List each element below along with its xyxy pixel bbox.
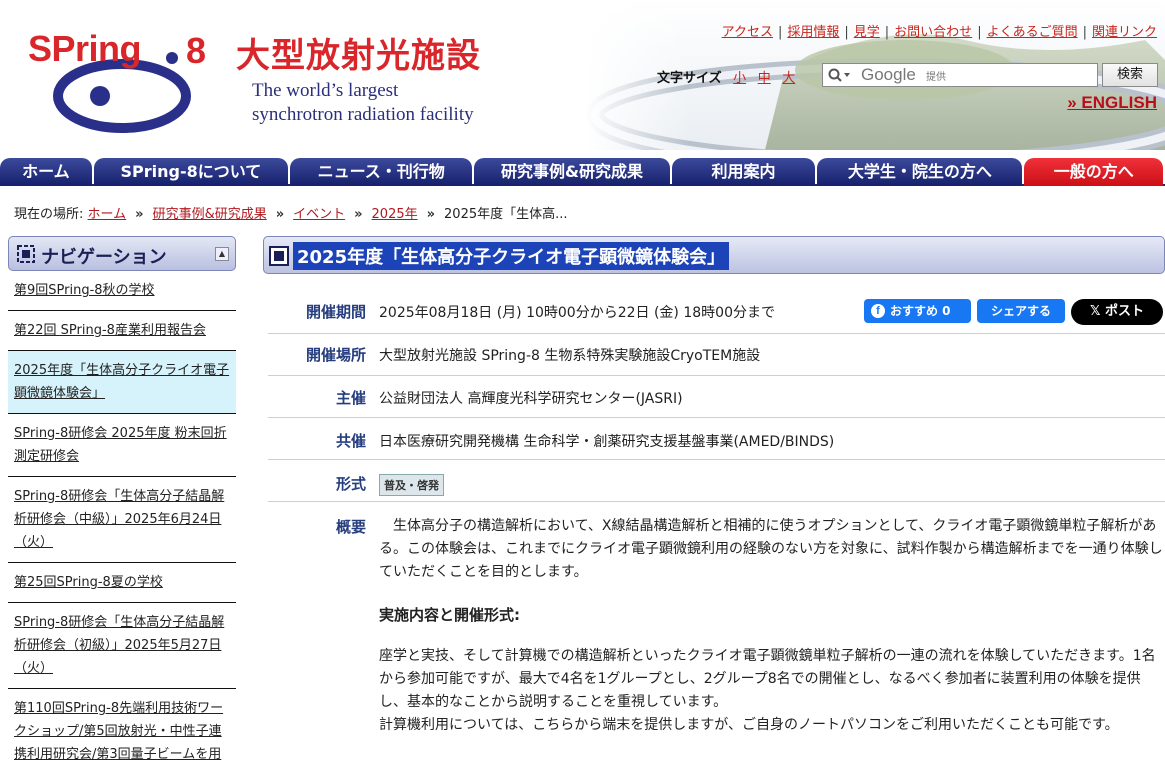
nav-public[interactable]: 一般の方へ <box>1024 158 1163 186</box>
util-link-access[interactable]: アクセス <box>722 25 773 40</box>
utility-links: アクセス | 採用情報 | 見学 | お問い合わせ | よくあるご質問 | 関連リンク <box>721 25 1157 40</box>
util-link-faq[interactable]: よくあるご質問 <box>987 25 1078 40</box>
breadcrumb-events[interactable]: イベント <box>293 207 345 222</box>
breadcrumb-year[interactable]: 2025年 <box>372 207 418 222</box>
summary-body: 生体高分子の構造解析において、X線結晶構造解析と相補的に使うオプションとして、ク… <box>379 515 1163 749</box>
summary-paragraph: 計算機利用については、こちらから端末を提供しますが、ご自身のノートパソコンをご利… <box>379 717 1119 733</box>
title-square-icon <box>269 246 289 266</box>
logo-wordmark: SPring <box>28 28 142 69</box>
nav-news[interactable]: ニュース・刊行物 <box>290 158 473 186</box>
breadcrumb-separator-icon: » <box>426 207 436 222</box>
facebook-like-button[interactable]: f おすすめ 0 <box>864 299 971 323</box>
english-link[interactable]: » ENGLISH <box>1067 93 1157 113</box>
breadcrumb-separator-icon: » <box>135 207 144 222</box>
collapse-arrow-icon[interactable]: ▲ <box>215 247 229 261</box>
facebook-share-button[interactable]: シェアする <box>977 299 1065 323</box>
breadcrumb-research[interactable]: 研究事例&研究成果 <box>153 207 267 222</box>
font-size-medium[interactable]: 中 <box>758 71 771 86</box>
facebook-like-label: おすすめ 0 <box>890 304 951 318</box>
period-value: 2025年08月18日 (月) 10時00分から22日 (金) 18時00分まで <box>379 305 775 321</box>
sidebar-list: 第9回SPring-8秋の学校 第22回 SPring-8産業利用報告会 202… <box>8 271 236 766</box>
breadcrumb-label: 現在の場所: <box>14 207 84 222</box>
nav-research[interactable]: 研究事例&研究成果 <box>474 158 670 186</box>
util-link-recruit[interactable]: 採用情報 <box>787 25 839 40</box>
site-tagline-line1: The world’s largest <box>252 80 399 101</box>
site-title-jp: 大型放射光施設 <box>236 36 481 76</box>
x-post-button[interactable]: 𝕏 ポスト <box>1071 299 1163 325</box>
sidebar-item-current[interactable]: 2025年度「生体高分子クライオ電子顕微鏡体験会」 <box>8 351 236 414</box>
breadcrumb: 現在の場所: ホーム » 研究事例&研究成果 » イベント » 2025年 » 2025年度「生… <box>14 203 568 222</box>
util-link-tour[interactable]: 見学 <box>854 25 880 40</box>
info-row-host: 主催 公益財団法人 高輝度光科学研究センター(JASRI) <box>268 376 1165 418</box>
search-input[interactable]: Google 提供 <box>822 63 1098 87</box>
info-row-cohost: 共催 日本医療研究開発機構 生命科学・創薬研究支援基盤事業(AMED/BINDS… <box>268 418 1165 460</box>
font-size-large[interactable]: 大 <box>782 71 795 86</box>
format-label: 形式 <box>335 475 366 493</box>
summary-subheading: 実施内容と開催形式: <box>379 606 520 624</box>
sidebar-item[interactable]: SPring-8研修会 2025年度 粉末回折測定研修会 <box>8 414 236 477</box>
search-icon <box>828 68 850 82</box>
period-label: 開催期間 <box>305 303 366 321</box>
util-link-related[interactable]: 関連リンク <box>1092 25 1157 40</box>
summary-paragraph: 座学と実技、そして計算機での構造解析といったクライオ電子顕微鏡単粒子解析の一連の… <box>379 648 1156 710</box>
breadcrumb-separator-icon: » <box>354 207 363 222</box>
navigation-icon <box>17 245 35 263</box>
sidebar-header: ナビゲーション ▲ <box>8 236 236 271</box>
venue-value: 大型放射光施設 SPring-8 生物系特殊実験施設CryoTEM施設 <box>379 348 761 364</box>
sidebar-item[interactable]: SPring-8研修会「生体高分子結晶解析研修会（中級）」2025年6月24日（… <box>8 477 236 563</box>
nav-usage[interactable]: 利用案内 <box>671 158 816 186</box>
util-link-contact[interactable]: お問い合わせ <box>894 25 972 40</box>
font-size-switcher: 文字サイズ 小 中 大 <box>657 67 795 86</box>
sidebar-item[interactable]: 第22回 SPring-8産業利用報告会 <box>8 311 236 351</box>
info-row-venue: 開催場所 大型放射光施設 SPring-8 生物系特殊実験施設CryoTEM施設 <box>268 334 1165 376</box>
font-size-label: 文字サイズ <box>657 71 722 86</box>
page-title-bar: 2025年度「生体高分子クライオ電子顕微鏡体験会」 <box>263 236 1165 274</box>
sidebar-item[interactable]: 第110回SPring-8先端利用技術ワークショップ/第5回放射光・中性子連携利… <box>8 689 236 766</box>
sidebar-item[interactable]: 第25回SPring-8夏の学校 <box>8 563 236 603</box>
global-nav: ホーム SPring-8について ニュース・刊行物 研究事例&研究成果 利用案内… <box>0 158 1165 186</box>
summary-paragraph: 生体高分子の構造解析において、X線結晶構造解析と相補的に使うオプションとして、ク… <box>379 518 1163 580</box>
logo-number: 8 <box>186 30 207 71</box>
sidebar-item[interactable]: SPring-8研修会「生体高分子結晶解析研修会（初級）」2025年5月27日（… <box>8 603 236 689</box>
sidebar-item[interactable]: 第9回SPring-8秋の学校 <box>8 271 236 311</box>
nav-about[interactable]: SPring-8について <box>93 158 289 186</box>
site-tagline-line2: synchrotron radiation facility <box>252 104 474 125</box>
facebook-icon: f <box>871 304 885 318</box>
breadcrumb-separator-icon: » <box>275 207 285 222</box>
nav-home[interactable]: ホーム <box>0 158 92 186</box>
breadcrumb-home[interactable]: ホーム <box>88 207 127 222</box>
cohost-value: 日本医療研究開発機構 生命科学・創薬研究支援基盤事業(AMED/BINDS) <box>379 434 835 450</box>
font-size-small[interactable]: 小 <box>733 71 746 86</box>
breadcrumb-current: 2025年度「生体高... <box>444 207 568 222</box>
search-brand: Google <box>861 65 916 84</box>
host-label: 主催 <box>335 389 366 407</box>
page-title: 2025年度「生体高分子クライオ電子顕微鏡体験会」 <box>293 242 730 270</box>
host-value: 公益財団法人 高輝度光科学研究センター(JASRI) <box>379 391 683 407</box>
sidebar-title: ナビゲーション <box>41 247 167 268</box>
search-button[interactable]: 検索 <box>1102 63 1158 87</box>
nav-students[interactable]: 大学生・院生の方へ <box>817 158 1023 186</box>
venue-label: 開催場所 <box>305 346 366 364</box>
info-row-format: 形式 普及・啓発 <box>268 460 1165 502</box>
cohost-label: 共催 <box>335 432 366 450</box>
summary-label: 概要 <box>335 518 366 536</box>
search-provided-label: 提供 <box>926 72 946 83</box>
format-badge: 普及・啓発 <box>379 474 444 496</box>
site-header: SPring 8 大型放射光施設 The world’s largest syn… <box>0 0 1165 150</box>
